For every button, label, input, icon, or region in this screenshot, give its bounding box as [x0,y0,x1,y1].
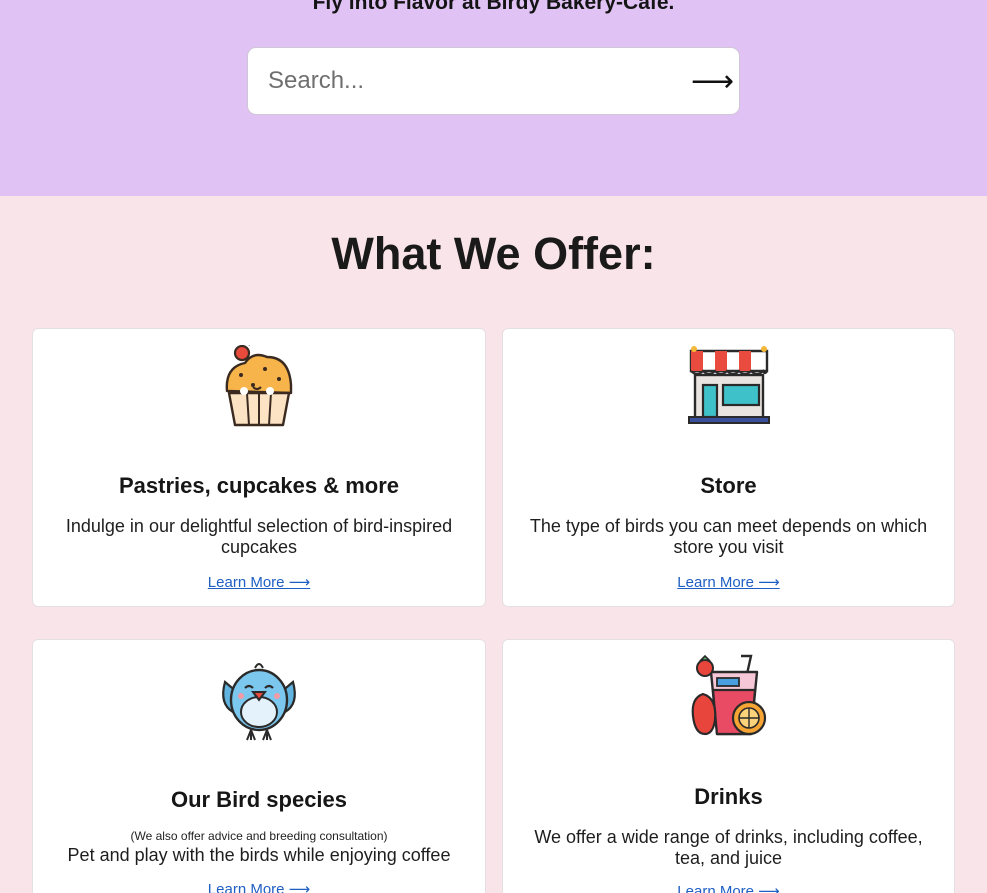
learn-more-link[interactable]: Learn More ⟶ [33,573,485,591]
hero-banner: Fly into Flavor at Birdy Bakery-Cafe. ⟶ [0,0,987,196]
card-description: Indulge in our delightful selection of b… [65,516,453,557]
learn-more-link[interactable]: Learn More ⟶ [503,573,954,591]
store-icon [687,346,770,424]
card-title: Drinks [694,784,763,809]
offer-card-bird-species: Our Bird species (We also offer advice a… [32,639,486,893]
search-bar: ⟶ [247,47,740,115]
offer-card-pastries: Pastries, cupcakes & more Indulge in our… [32,328,486,607]
learn-more-link[interactable]: Learn More ⟶ [33,880,485,893]
section-title: What We Offer: [331,228,656,279]
card-title: Store [700,473,757,498]
offer-card-store: Store The type of birds you can meet dep… [502,328,955,607]
card-title: Our Bird species [170,787,348,812]
card-description: The type of birds you can meet depends o… [529,516,928,557]
search-submit-arrow-icon[interactable]: ⟶ [691,62,734,102]
offer-card-drinks: Drinks We offer a wide range of drinks, … [502,639,955,893]
learn-more-link[interactable]: Learn More ⟶ [503,882,954,893]
cupcake-icon [225,345,293,427]
drinks-icon [691,654,766,736]
card-title: Pastries, cupcakes & more [118,473,400,498]
hero-title: Fly into Flavor at Birdy Bakery-Cafe. [312,0,675,14]
card-description: We offer a wide range of drinks, includi… [534,827,923,868]
bird-icon [222,663,296,741]
search-input[interactable] [248,48,678,114]
card-note: (We also offer advice and breeding consu… [130,829,388,843]
card-description: Pet and play with the birds while enjoyi… [67,845,451,865]
